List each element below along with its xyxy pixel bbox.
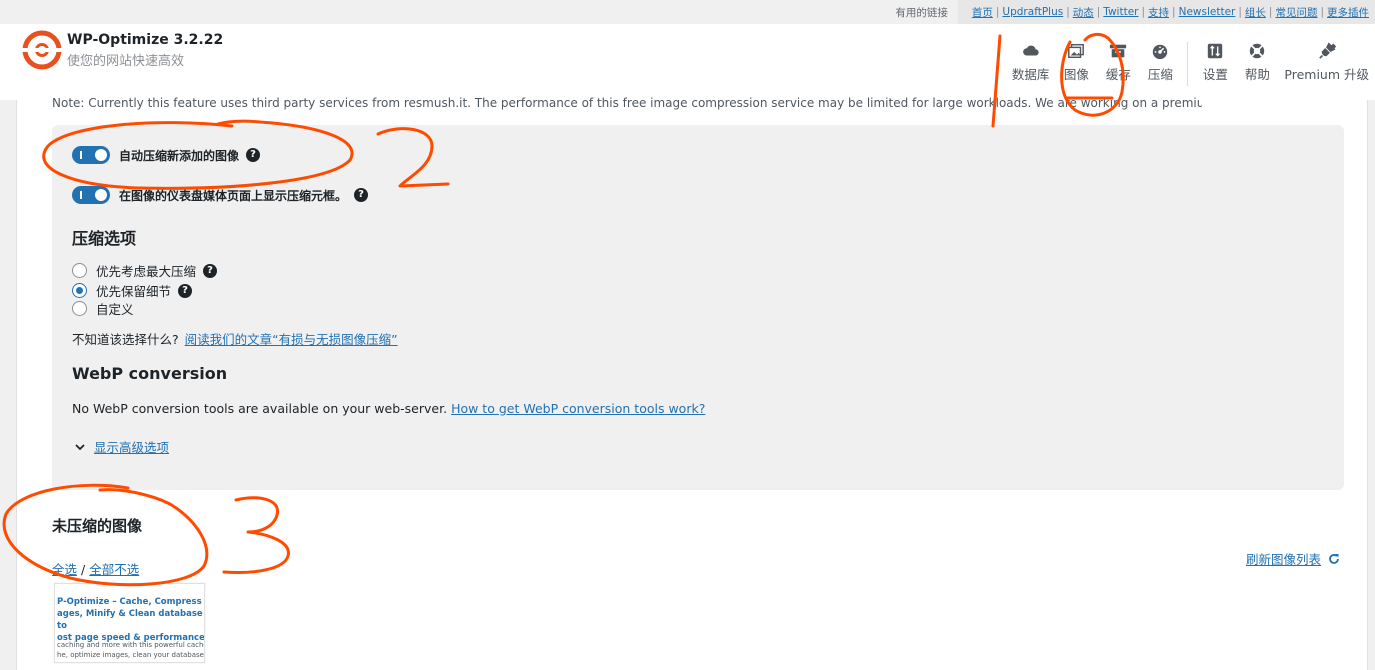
thumbnail-body: caching and more with this powerful cach…	[55, 640, 204, 660]
option-preserve-detail-label: 优先保留细节	[96, 284, 172, 299]
nav-images-label: 图像	[1063, 67, 1089, 82]
nav-help[interactable]: 帮助	[1236, 42, 1278, 86]
help-icon[interactable]: ?	[354, 188, 369, 202]
nav-images[interactable]: 图像	[1055, 42, 1097, 86]
nav-help-label: 帮助	[1244, 67, 1270, 82]
cloud-icon	[1022, 45, 1039, 56]
option-preserve-detail[interactable]: 优先保留细节 ?	[72, 281, 193, 300]
nav-minify-label: 压缩	[1147, 67, 1173, 82]
show-metabox-label: 在图像的仪表盘媒体页面上显示压缩元框。	[119, 188, 348, 203]
link-updraftplus[interactable]: UpdraftPlus	[1002, 6, 1063, 18]
link-twitter[interactable]: Twitter	[1103, 6, 1138, 18]
refresh-image-list[interactable]: 刷新图像列表	[1246, 549, 1341, 568]
useful-links-box: 首页 | UpdraftPlus | 动态 | Twitter | 支持 | Newsle…	[957, 0, 1375, 24]
nav-database[interactable]: 数据库	[1006, 42, 1056, 86]
link-home[interactable]: 首页	[972, 5, 993, 20]
lifebuoy-icon	[1250, 43, 1265, 59]
nav-premium[interactable]: Premium 升级	[1278, 42, 1375, 86]
plugin-title: WP-Optimize 3.2.22	[67, 32, 224, 48]
image-thumbnail[interactable]: P-Optimize – Cache, Compress ages, Minif…	[54, 583, 205, 663]
thumbnail-title-line: P-Optimize – Cache, Compress	[57, 597, 202, 607]
radio-max-compression[interactable]	[72, 263, 87, 278]
thumbnail-title: P-Optimize – Cache, Compress ages, Minif…	[55, 596, 204, 644]
help-icon[interactable]: ?	[246, 148, 261, 162]
option-max-compression[interactable]: 优先考虑最大压缩 ?	[72, 261, 218, 280]
nav-database-label: 数据库	[1011, 67, 1050, 82]
select-links: 全选 / 全部不选	[52, 559, 139, 578]
show-metabox-toggle[interactable]	[72, 186, 110, 204]
useful-links-label: 有用的链接	[895, 6, 948, 19]
option-custom[interactable]: 自定义	[72, 299, 134, 318]
wp-optimize-logo-icon	[22, 30, 62, 70]
compression-hint: 不知道该选择什么? 阅读我们的文章“有损与无损图像压缩”	[72, 329, 398, 348]
webp-heading: WebP conversion	[72, 364, 228, 383]
auto-compress-row: 自动压缩新添加的图像 ?	[72, 146, 261, 164]
link-newsletter[interactable]: Newsletter	[1179, 6, 1236, 18]
nav-cache-label: 缓存	[1105, 67, 1131, 82]
select-none-link[interactable]: 全部不选	[89, 562, 139, 577]
option-max-compression-label: 优先考虑最大压缩	[96, 264, 197, 279]
webp-unavailable-text: No WebP conversion tools are available o…	[72, 401, 448, 416]
images-icon	[1068, 43, 1085, 59]
link-more-plugins[interactable]: 更多插件	[1327, 5, 1369, 20]
nav-cache[interactable]: 缓存	[1097, 42, 1139, 86]
show-meta-row: 在图像的仪表盘媒体页面上显示压缩元框。 ?	[72, 186, 369, 204]
plugin-subtitle: 使您的网站快速高效	[67, 54, 185, 69]
compression-options-heading: 压缩选项	[72, 229, 137, 248]
image-settings-panel	[52, 125, 1344, 490]
resmush-note: Note: Currently this feature uses third …	[52, 96, 1202, 110]
dashboard-icon	[1153, 44, 1168, 60]
link-support[interactable]: 支持	[1148, 5, 1169, 20]
refresh-icon	[1329, 553, 1339, 564]
auto-compress-label: 自动压缩新添加的图像	[119, 148, 240, 163]
radio-custom[interactable]	[72, 301, 87, 316]
thumbnail-body-line: caching and more with this powerful cach…	[57, 641, 204, 649]
show-advanced-label: 显示高级选项	[94, 440, 170, 455]
select-all-link[interactable]: 全选	[52, 562, 77, 577]
radio-preserve-detail[interactable]	[72, 283, 87, 298]
refresh-image-list-label: 刷新图像列表	[1245, 552, 1321, 567]
uncompressed-images-heading: 未压缩的图像	[52, 517, 143, 535]
nav-settings[interactable]: 设置	[1194, 42, 1236, 86]
option-custom-label: 自定义	[96, 302, 134, 317]
plugin-header: WP-Optimize 3.2.22 使您的网站快速高效 数据库 图像 缓存 压…	[0, 24, 1375, 100]
link-faq[interactable]: 常见问题	[1275, 5, 1317, 20]
plugin-icon	[1318, 42, 1336, 59]
help-icon[interactable]: ?	[178, 283, 193, 298]
webp-text-row: No WebP conversion tools are available o…	[72, 401, 705, 416]
lossy-lossless-article-link[interactable]: 阅读我们的文章“有损与无损图像压缩”	[185, 332, 398, 347]
thumbnail-title-line: ages, Minify & Clean database to	[57, 609, 203, 631]
compression-hint-text: 不知道该选择什么?	[72, 332, 179, 347]
link-news[interactable]: 动态	[1073, 5, 1094, 20]
show-advanced-options[interactable]: 显示高级选项	[74, 437, 169, 456]
link-team-lead[interactable]: 组长	[1245, 5, 1266, 20]
nav-settings-label: 设置	[1202, 67, 1228, 82]
nav-minify[interactable]: 压缩	[1139, 42, 1181, 86]
chevron-down-icon	[75, 443, 85, 450]
nav-divider	[1187, 42, 1189, 86]
main-nav: 数据库 图像 缓存 压缩 设置 帮助 Premium 升级	[1006, 42, 1375, 86]
webp-help-link[interactable]: How to get WebP conversion tools work?	[451, 401, 705, 416]
select-divider: /	[81, 562, 86, 577]
nav-premium-label: Premium 升级	[1284, 67, 1369, 82]
useful-links-bar: 有用的链接 首页 | UpdraftPlus | 动态 | Twitter | 支持 | …	[895, 0, 1375, 24]
auto-compress-toggle[interactable]	[72, 146, 110, 164]
help-icon[interactable]: ?	[203, 263, 218, 278]
sort-icon	[1208, 43, 1223, 59]
archive-icon	[1110, 44, 1127, 58]
